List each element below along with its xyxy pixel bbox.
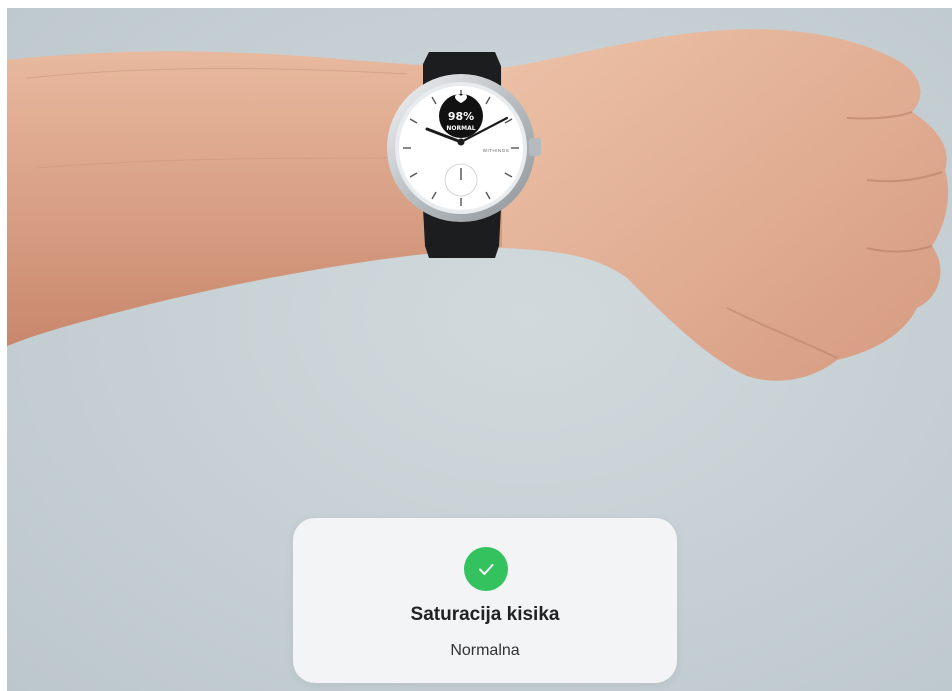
check-circle-icon (464, 547, 508, 591)
product-scene: 98% NORMAL WITHINGS Saturacija kisika No… (7, 8, 952, 691)
card-status-value: Normalna (450, 642, 520, 659)
card-title: Saturacija kisika (410, 604, 560, 625)
oxygen-saturation-card: Saturacija kisika Normalna (293, 518, 677, 683)
